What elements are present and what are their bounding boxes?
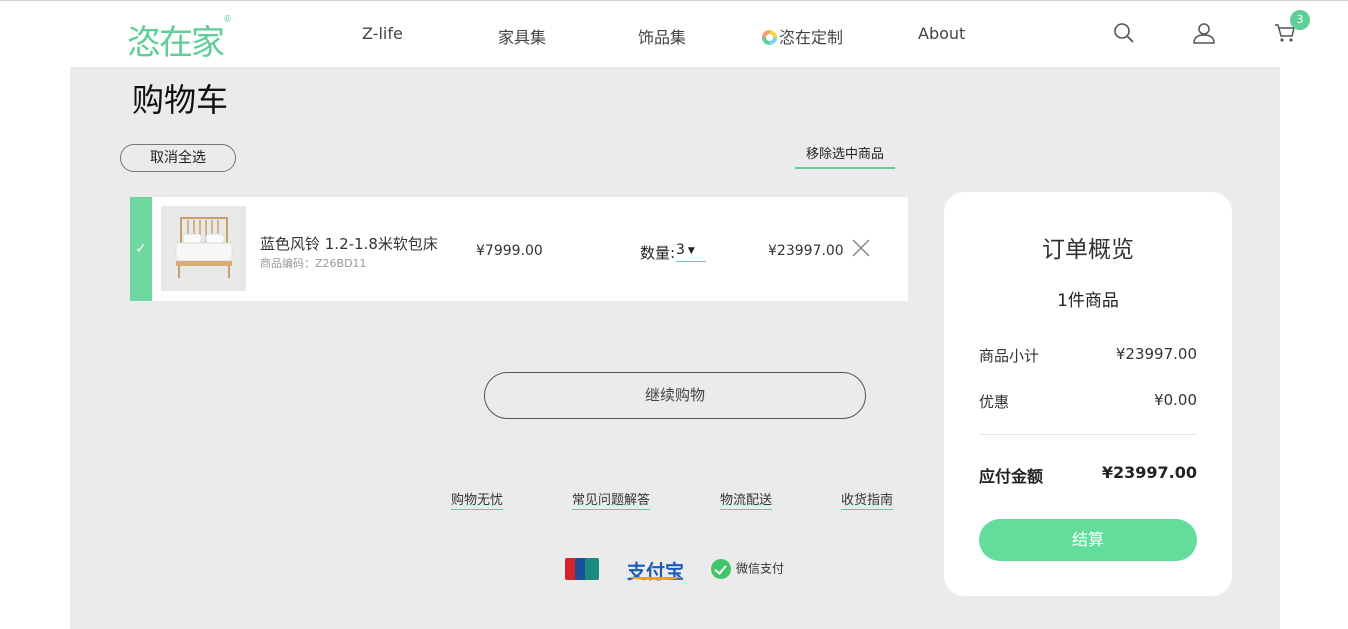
total-value: ¥23997.00	[1101, 463, 1197, 482]
wechat-pay-logo: 微信支付	[711, 559, 784, 583]
nav-item-decor[interactable]: 饰品集	[638, 24, 686, 48]
nav-item-furniture[interactable]: 家具集	[498, 24, 546, 48]
custom-logo-icon	[762, 30, 777, 45]
deselect-all-button[interactable]: 取消全选	[120, 144, 236, 172]
page-title: 购物车	[132, 81, 229, 119]
total-label: 应付金额	[979, 467, 1044, 486]
summary-title: 订单概览	[1042, 237, 1134, 263]
search-icon[interactable]	[1113, 22, 1135, 44]
chevron-down-icon: ▼	[687, 246, 695, 256]
discount-value: ¥0.00	[1154, 391, 1197, 409]
product-thumbnail[interactable]	[161, 206, 246, 291]
total-row: 应付金额 ¥23997.00	[979, 463, 1197, 487]
item-select-checkbox[interactable]: ✓	[130, 197, 152, 301]
summary-item-count: 1件商品	[1057, 291, 1119, 311]
cart-page: 购物车 取消全选 移除选中商品 ✓ 蓝色风铃 1.2-1.8米软包床 商品编码：…	[70, 67, 1280, 629]
close-icon[interactable]	[850, 237, 872, 259]
quantity-label: 数量:	[640, 244, 676, 262]
line-total: ¥23997.00	[768, 243, 844, 259]
alipay-logo: 支付宝	[627, 557, 684, 583]
footer-link-delivery[interactable]: 物流配送	[720, 492, 773, 510]
wechat-pay-label: 微信支付	[736, 561, 785, 576]
alipay-swoosh	[629, 574, 681, 580]
discount-label: 优惠	[979, 393, 1010, 411]
wechat-pay-icon	[711, 559, 731, 579]
unit-price: ¥7999.00	[476, 243, 543, 259]
nav-item-z-life[interactable]: Z-life	[362, 24, 403, 43]
site-header: 恣在家® Z-life 家具集 饰品集 恣在定制 About 3	[0, 3, 1348, 67]
product-name[interactable]: 蓝色风铃 1.2-1.8米软包床	[260, 233, 438, 254]
remove-selected-button[interactable]: 移除选中商品	[795, 145, 895, 169]
subtotal-label: 商品小计	[979, 347, 1040, 365]
cart-item-row: ✓ 蓝色风铃 1.2-1.8米软包床 商品编码：Z26BD11 ¥7999.00…	[130, 197, 908, 301]
discount-row: 优惠 ¥0.00	[979, 391, 1197, 412]
user-icon[interactable]	[1193, 22, 1215, 44]
footer-link-faq[interactable]: 常见问题解答	[572, 492, 651, 510]
logo-text: 恣在家	[127, 23, 225, 63]
registered-mark: ®	[223, 15, 232, 25]
nav-item-custom-label: 恣在定制	[779, 28, 844, 47]
footer-link-receiving-guide[interactable]: 收货指南	[841, 492, 894, 510]
continue-shopping-button[interactable]: 继续购物	[484, 372, 866, 419]
quantity-value: 3	[676, 242, 685, 258]
cart-count-badge: 3	[1290, 10, 1310, 30]
nav-item-custom[interactable]: 恣在定制	[762, 24, 843, 48]
quantity-select[interactable]: 3 ▼	[676, 242, 706, 262]
checkout-button[interactable]: 结算	[979, 519, 1197, 561]
product-code: 商品编码：Z26BD11	[260, 257, 367, 270]
subtotal-value: ¥23997.00	[1115, 345, 1197, 363]
footer-link-worry-free[interactable]: 购物无忧	[451, 492, 504, 510]
subtotal-row: 商品小计 ¥23997.00	[979, 345, 1197, 366]
order-summary-panel: 订单概览 1件商品 商品小计 ¥23997.00 优惠 ¥0.00 应付金额 ¥…	[944, 192, 1232, 596]
nav-item-about[interactable]: About	[918, 24, 965, 43]
site-logo[interactable]: 恣在家®	[127, 15, 232, 64]
summary-divider	[979, 434, 1197, 435]
unionpay-icon	[565, 558, 599, 580]
